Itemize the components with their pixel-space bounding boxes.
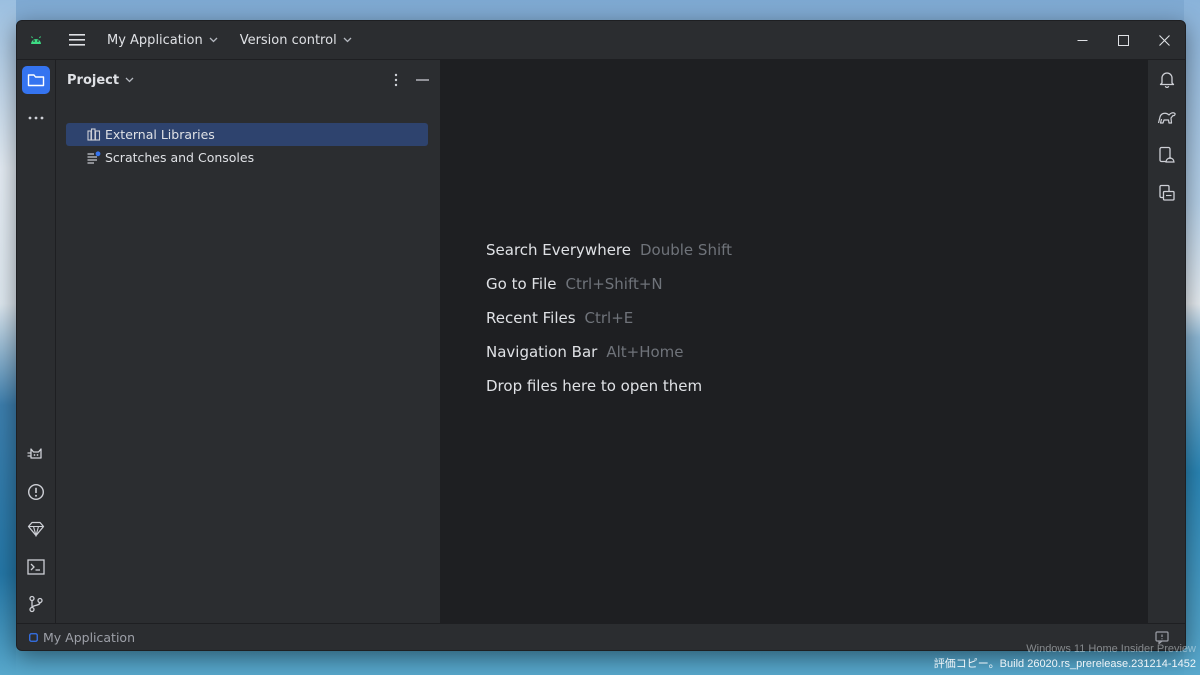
breadcrumb-label: My Application xyxy=(43,629,135,645)
logcat-icon xyxy=(27,448,42,459)
project-panel-title: Project xyxy=(67,72,120,88)
hint-shortcut: Ctrl+E xyxy=(584,309,634,327)
minimize-icon xyxy=(1077,39,1088,41)
chevron-down-icon xyxy=(343,35,352,46)
tree-item-label: Scratches and Consoles xyxy=(105,150,255,165)
hint-search-everywhere[interactable]: Search Everywhere Double Shift xyxy=(486,241,732,259)
tree-item-label: External Libraries xyxy=(105,127,215,142)
watermark-line-2: 評価コピー。Build 26020.rs_prerelease.231214-1… xyxy=(933,658,1196,670)
device-manager-icon xyxy=(1159,146,1175,163)
scratches-icon xyxy=(86,150,102,166)
maximize-icon xyxy=(1118,34,1129,46)
hide-panel-button[interactable] xyxy=(414,72,430,88)
desktop-wallpaper-left xyxy=(0,0,16,675)
terminal-tool-button[interactable] xyxy=(22,553,50,581)
hint-shortcut: Alt+Home xyxy=(606,343,684,361)
hint-action: Navigation Bar xyxy=(486,343,598,361)
close-icon xyxy=(1159,34,1170,46)
main-menu-button[interactable] xyxy=(61,25,93,55)
minimize-icon xyxy=(415,79,429,81)
hint-action: Recent Files xyxy=(486,309,576,327)
git-branch-icon xyxy=(29,595,43,613)
gradle-tool-button[interactable] xyxy=(1153,103,1181,131)
windows-watermark: Windows 11 Home Insider Preview 評価コピー。Bu… xyxy=(934,642,1196,672)
terminal-icon xyxy=(27,559,45,575)
title-bar: My Application Version control xyxy=(17,21,1185,60)
hint-recent-files[interactable]: Recent Files Ctrl+E xyxy=(486,309,633,327)
chevron-down-icon xyxy=(209,35,218,46)
more-tool-windows-button[interactable] xyxy=(22,104,50,132)
hamburger-icon xyxy=(69,34,85,46)
more-vertical-icon xyxy=(394,73,398,87)
running-devices-tool-button[interactable] xyxy=(1153,179,1181,207)
vcs-widget-label: Version control xyxy=(239,32,337,48)
project-widget-button[interactable]: My Application xyxy=(99,29,226,52)
notifications-tool-button[interactable] xyxy=(1153,65,1181,93)
hint-action: Search Everywhere xyxy=(486,241,631,259)
close-button[interactable] xyxy=(1144,21,1185,59)
breadcrumb-project[interactable]: My Application xyxy=(29,630,135,645)
options-button[interactable] xyxy=(388,72,404,88)
hint-shortcut: Ctrl+Shift+N xyxy=(565,275,663,293)
problems-icon xyxy=(27,483,45,501)
bell-icon xyxy=(1159,72,1175,88)
library-icon xyxy=(86,127,102,143)
maximize-button[interactable] xyxy=(1103,21,1144,59)
project-tool-button[interactable] xyxy=(22,66,50,94)
gradle-elephant-icon xyxy=(1157,112,1176,124)
hint-go-to-file[interactable]: Go to File Ctrl+Shift+N xyxy=(486,275,663,293)
desktop-wallpaper-right xyxy=(1184,0,1200,675)
project-panel-header: Project xyxy=(56,60,440,100)
running-devices-icon xyxy=(1159,184,1175,201)
version-control-tool-button[interactable] xyxy=(22,590,50,618)
ide-window: My Application Version control Project E… xyxy=(16,20,1186,651)
folder-icon xyxy=(27,74,45,87)
logcat-tool-button[interactable] xyxy=(22,440,50,468)
hint-action: Go to File xyxy=(486,275,557,293)
minimize-button[interactable] xyxy=(1062,21,1103,59)
watermark-line-1: Windows 11 Home Insider Preview xyxy=(1026,643,1196,655)
tree-item-external-libraries[interactable]: External Libraries xyxy=(66,123,428,146)
window-controls xyxy=(1062,21,1185,59)
gemini-tool-button[interactable] xyxy=(22,515,50,543)
module-icon xyxy=(29,632,38,642)
problems-tool-button[interactable] xyxy=(22,478,50,506)
project-view-selector[interactable]: Project xyxy=(67,73,134,88)
chevron-down-icon xyxy=(125,77,134,83)
device-manager-tool-button[interactable] xyxy=(1153,141,1181,169)
diamond-icon xyxy=(27,521,45,537)
vcs-widget-button[interactable]: Version control xyxy=(232,29,360,52)
project-tool-window: Project External Libraries Scratches and… xyxy=(56,60,441,624)
hint-shortcut: Double Shift xyxy=(640,241,733,259)
right-tool-strip xyxy=(1147,60,1185,624)
left-tool-strip xyxy=(17,60,56,624)
project-widget-label: My Application xyxy=(107,32,203,48)
hint-action: Drop files here to open them xyxy=(486,377,703,395)
tree-item-scratches[interactable]: Scratches and Consoles xyxy=(66,146,428,169)
more-horizontal-icon xyxy=(28,116,44,120)
android-studio-logo-icon xyxy=(17,21,55,59)
hint-drop-files: Drop files here to open them xyxy=(486,377,702,395)
editor-empty-area: Search Everywhere Double Shift Go to File… xyxy=(441,60,1147,624)
hint-navigation-bar[interactable]: Navigation Bar Alt+Home xyxy=(486,343,684,361)
